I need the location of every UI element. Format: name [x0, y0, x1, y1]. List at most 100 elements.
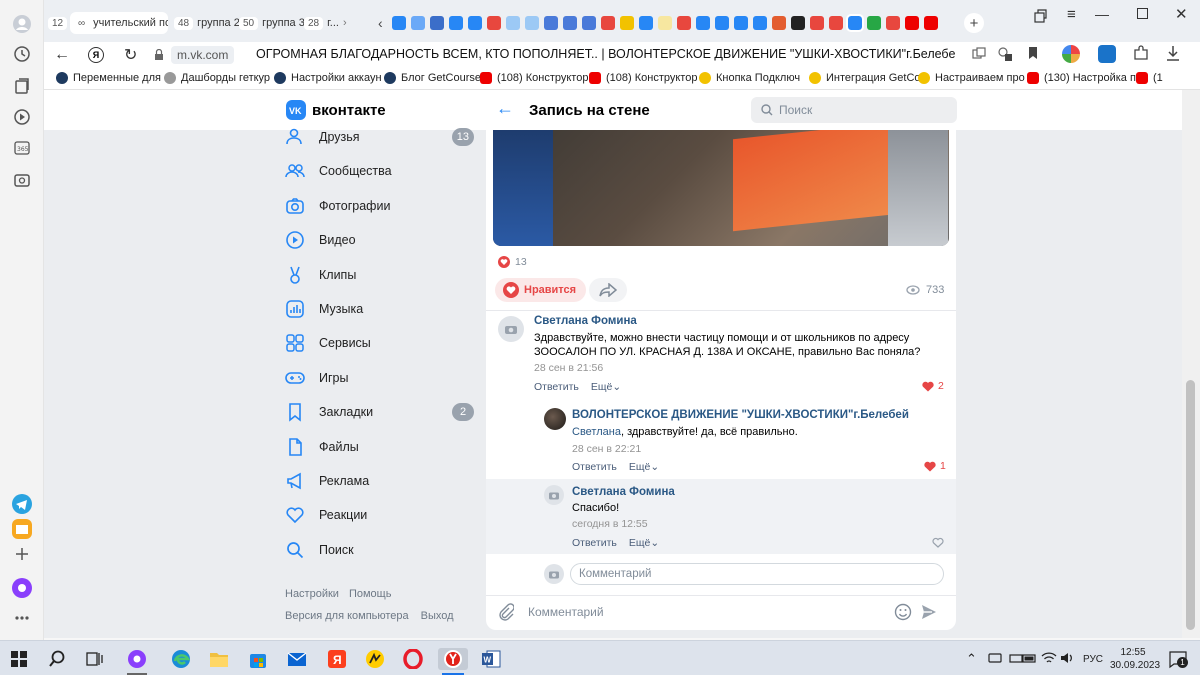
color-extension-icon[interactable] — [1062, 45, 1080, 63]
logout-link[interactable]: Выход — [421, 610, 454, 622]
alice-taskbar-icon[interactable] — [126, 648, 148, 670]
sidebar-item-13[interactable]: Поиск — [284, 536, 474, 564]
history-icon[interactable] — [10, 42, 34, 66]
share-button[interactable] — [589, 278, 627, 302]
back-arrow-icon[interactable]: ← — [496, 98, 514, 119]
avatar[interactable] — [544, 485, 564, 505]
minimize-icon[interactable]: — — [1095, 6, 1109, 22]
tab-group-2[interactable]: 48 группа 2 — [174, 12, 240, 34]
wifi-icon[interactable] — [1041, 651, 1057, 665]
yandex-music-icon[interactable] — [364, 648, 386, 670]
more-button[interactable]: Ещё⌄ — [591, 381, 621, 393]
edge-icon[interactable] — [170, 648, 192, 670]
bookmark-item[interactable]: (108) Конструктор — [589, 72, 697, 84]
translate-icon[interactable] — [972, 47, 986, 61]
avatar[interactable] — [498, 316, 524, 342]
comment-like[interactable] — [932, 537, 944, 548]
extensions-puzzle-icon[interactable] — [1133, 45, 1149, 61]
sidebar-item-11[interactable]: Реклама — [284, 467, 474, 495]
play-icon[interactable] — [10, 105, 34, 129]
comment-time[interactable]: 28 сен в 22:21 — [572, 443, 641, 455]
telegram-icon[interactable] — [10, 492, 34, 516]
sidebar-item-5[interactable]: Клипы — [284, 261, 474, 289]
volume-icon[interactable] — [1060, 651, 1076, 665]
task-view-icon[interactable] — [83, 648, 105, 670]
alice-icon[interactable] — [10, 576, 34, 600]
comment-input[interactable]: Комментарий — [528, 605, 604, 619]
comment-author[interactable]: Светлана Фомина — [572, 486, 675, 498]
comment-like[interactable]: 2 — [922, 380, 944, 392]
explorer-icon[interactable] — [208, 648, 230, 670]
collections-icon[interactable] — [10, 74, 34, 98]
sidebar-item-1[interactable]: Друзья 13 — [284, 123, 474, 151]
reply-comment-input[interactable]: Комментарий — [570, 563, 944, 585]
help-link[interactable]: Помощь — [349, 588, 392, 600]
bookmark-item[interactable]: (108) Конструктор — [480, 72, 588, 84]
tray-chevron-up-icon[interactable]: ⌃ — [966, 651, 977, 667]
sidebar-item-2[interactable]: Сообщества — [284, 157, 474, 185]
vk-logo[interactable]: VK вконтакте — [286, 100, 386, 120]
battery-icon[interactable] — [1022, 652, 1038, 664]
mention-link[interactable]: Светлана — [572, 426, 621, 438]
like-button[interactable]: Нравится — [495, 278, 587, 302]
reply-button[interactable]: Ответить — [572, 461, 617, 473]
url-chip[interactable]: m.vk.com — [171, 46, 235, 64]
post-photo[interactable] — [493, 130, 949, 246]
bookmark-item[interactable]: Настраиваем про — [918, 72, 1025, 84]
back-arrow-icon[interactable]: ← — [54, 46, 70, 64]
sidebar-item-7[interactable]: Сервисы — [284, 329, 474, 357]
bookmark-item[interactable]: (1 — [1136, 72, 1163, 84]
yandex-taskbar-icon[interactable]: Я — [326, 648, 348, 670]
lock-icon[interactable] — [154, 49, 164, 61]
reload-icon[interactable]: ↻ — [124, 45, 137, 65]
bookmark-item[interactable]: Блог GetCourse — [384, 72, 481, 84]
sidebar-item-10[interactable]: Файлы — [284, 433, 474, 461]
mail-icon[interactable] — [286, 648, 308, 670]
opera-icon[interactable] — [402, 648, 424, 670]
clock[interactable]: 12:55 30.09.2023 — [1110, 646, 1160, 672]
tab-group-3[interactable]: 50 группа 3 — [239, 12, 305, 34]
sidebar-item-8[interactable]: Игры — [284, 364, 474, 392]
search-icon[interactable] — [46, 648, 68, 670]
send-icon[interactable] — [920, 603, 938, 621]
bookmark-item[interactable]: Настройки аккаун — [274, 72, 382, 84]
windows-start-icon[interactable] — [8, 648, 30, 670]
comment-time[interactable]: сегодня в 12:55 — [572, 518, 648, 530]
scrollbar-thumb[interactable] — [1186, 380, 1195, 630]
comment-like[interactable]: 1 — [924, 460, 946, 472]
new-tab-button[interactable]: + — [964, 13, 984, 33]
notifications-icon[interactable]: 1 — [1168, 649, 1188, 669]
bookmark-item[interactable]: Дашборды геткур — [164, 72, 270, 84]
sidebar-item-4[interactable]: Видео — [284, 226, 474, 254]
word-icon[interactable]: W — [480, 648, 502, 670]
bookmark-flag-icon[interactable] — [1028, 46, 1038, 60]
more-button[interactable]: Ещё⌄ — [629, 537, 659, 549]
add-panel-icon[interactable] — [10, 542, 34, 566]
language-indicator[interactable]: РУС — [1083, 654, 1103, 665]
download-icon[interactable] — [1166, 45, 1180, 61]
sidebar-item-9[interactable]: Закладки 2 — [284, 398, 474, 426]
pinned-tabs[interactable] — [392, 14, 940, 32]
close-window-icon[interactable]: ✕ — [1175, 5, 1188, 23]
tabs-manager-icon[interactable] — [1033, 9, 1047, 23]
store-icon[interactable] — [247, 648, 269, 670]
comment-author[interactable]: ВОЛОНТЕРСКОЕ ДВИЖЕНИЕ "УШКИ-ХВОСТИКИ"г.Б… — [572, 409, 909, 421]
reply-button[interactable]: Ответить — [534, 381, 579, 393]
profile-icon[interactable] — [10, 12, 34, 36]
tab-group-1[interactable]: 12 — [48, 12, 68, 34]
scrollbar-track[interactable] — [1182, 90, 1200, 638]
tab-group-4[interactable]: 28 г... › — [304, 12, 366, 34]
more-icon[interactable] — [10, 606, 34, 630]
settings-link[interactable]: Настройки — [285, 588, 339, 600]
more-button[interactable]: Ещё⌄ — [629, 461, 659, 473]
tab-active[interactable]: ∞ учительский пор — [70, 12, 168, 34]
comment-author[interactable]: Светлана Фомина — [534, 315, 637, 327]
bookmark-item[interactable]: Переменные для — [56, 72, 161, 84]
extension-icon[interactable] — [1098, 45, 1116, 63]
meet-now-icon[interactable] — [988, 652, 1002, 664]
avatar[interactable] — [544, 408, 566, 430]
mail-app-icon[interactable] — [10, 517, 34, 541]
menu-icon[interactable]: ≡ — [1067, 6, 1076, 23]
paperclip-icon[interactable] — [498, 603, 514, 621]
sidebar-item-12[interactable]: Реакции — [284, 501, 474, 529]
